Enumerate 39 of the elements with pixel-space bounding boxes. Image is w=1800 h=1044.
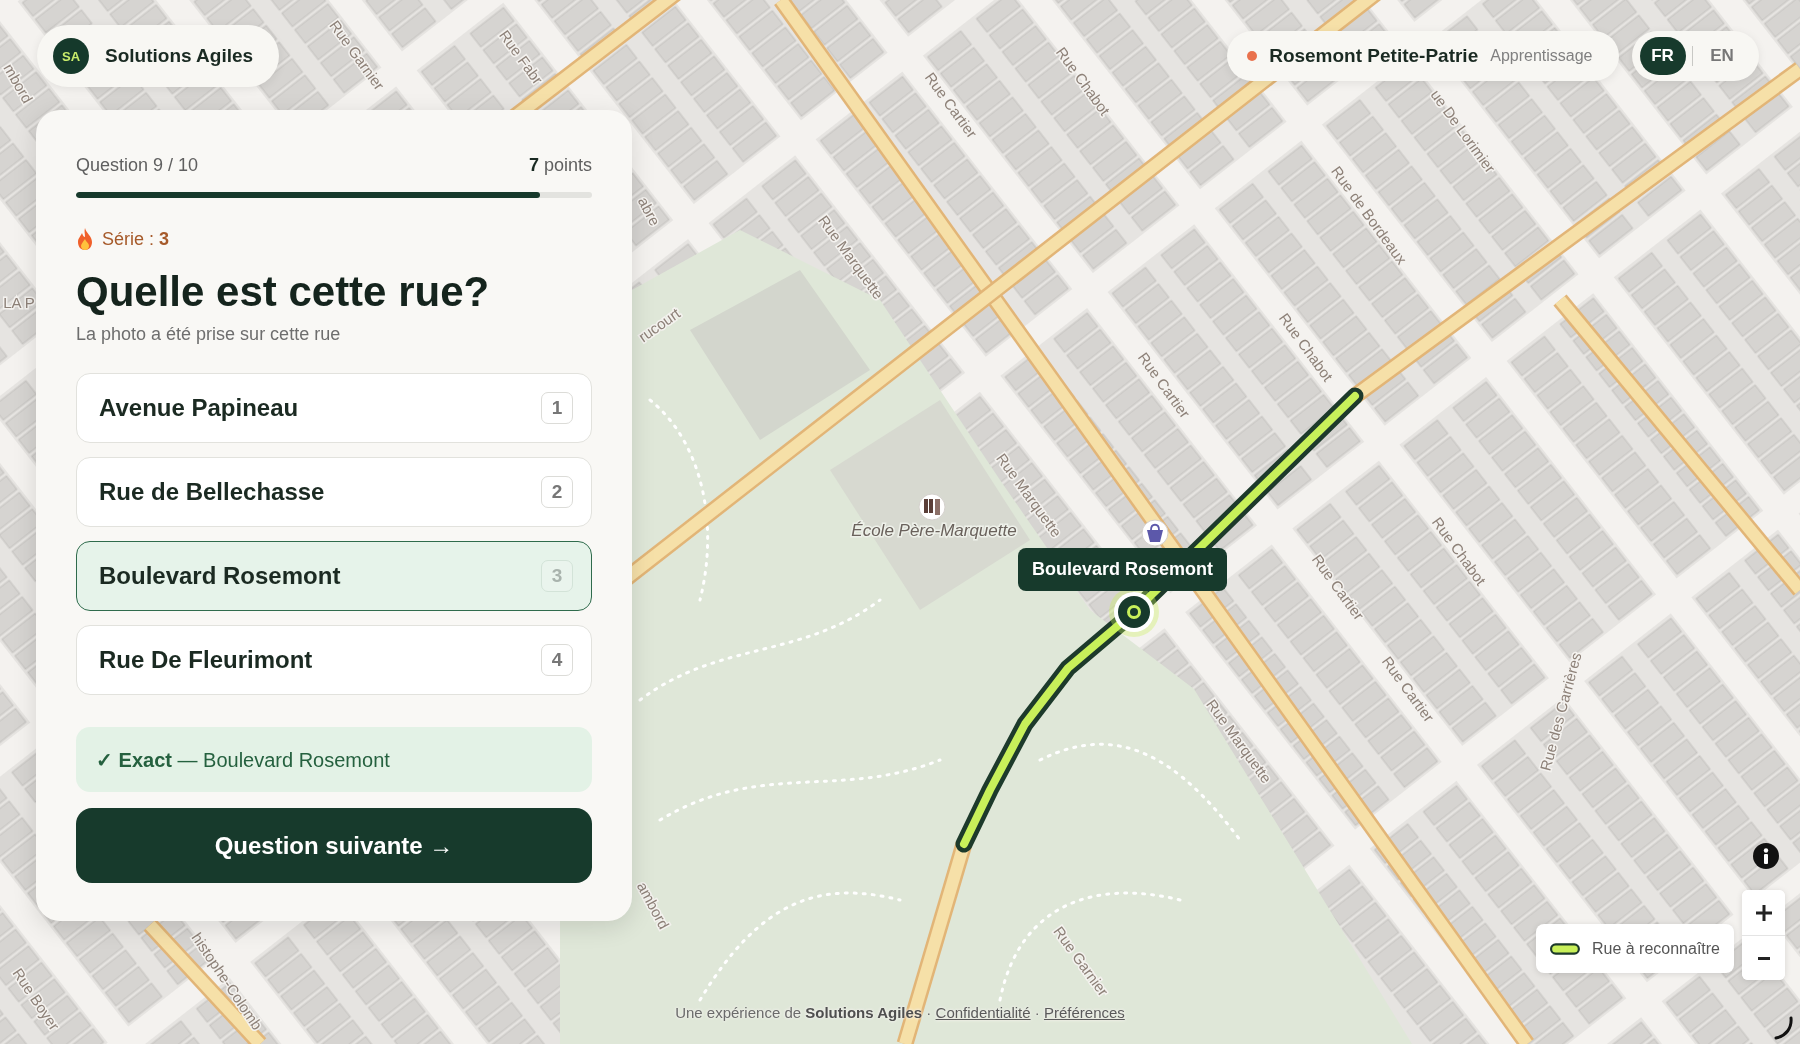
street-label: abre	[634, 194, 664, 229]
place-label: École Père-Marquette	[851, 521, 1017, 541]
street-label: Rue des Carrières	[1536, 650, 1585, 773]
school-icon	[918, 493, 946, 521]
area-name: Rosemont Petite-Patrie	[1269, 45, 1479, 67]
shortcut-key: 1	[541, 392, 573, 424]
footer-link[interactable]: Confidentialité	[935, 1004, 1031, 1021]
brand-name: Solutions Agiles	[105, 45, 254, 67]
minus-icon	[1757, 956, 1770, 960]
shortcut-key: 2	[541, 476, 573, 508]
answer-option[interactable]: Rue de Bellechasse 2	[76, 457, 592, 527]
question-counter: Question 9 / 10	[76, 154, 199, 176]
score-label: 7 points	[528, 154, 592, 176]
question-subtitle: La photo a été prise sur cette rue	[76, 324, 342, 345]
brand-logo: SA	[53, 38, 89, 74]
plus-icon	[1755, 904, 1772, 921]
shopping-bag-icon	[1141, 519, 1169, 547]
next-question-button[interactable]: Question suivante →	[76, 808, 592, 883]
footer-link[interactable]: Préférences	[1043, 1004, 1125, 1021]
loading-spinner-icon	[1774, 1016, 1794, 1040]
route-swatch-icon	[1550, 940, 1580, 957]
street-tooltip: Boulevard Rosemont	[1018, 548, 1228, 591]
flame-icon	[76, 228, 94, 250]
zoom-in-button[interactable]	[1742, 890, 1785, 935]
info-icon[interactable]	[1753, 843, 1779, 869]
feedback-banner: ✓ Exact — Boulevard Rosemont	[76, 727, 592, 792]
answer-option[interactable]: Rue De Fleurimont 4	[76, 625, 592, 695]
mode-label: Apprentissage	[1490, 47, 1593, 65]
answer-option[interactable]: Avenue Papineau 1	[76, 373, 592, 443]
language-button[interactable]: FR	[1639, 37, 1686, 75]
shortcut-key: 3	[541, 560, 573, 592]
language-button[interactable]: EN	[1699, 37, 1745, 75]
legend-label: Rue à reconnaître	[1591, 939, 1720, 958]
streak-label: Série : 3	[102, 228, 170, 250]
street-label: LA P	[3, 293, 35, 311]
status-dot-icon	[1247, 51, 1258, 61]
question-title: Quelle est cette rue?	[76, 268, 491, 316]
answer-option[interactable]: Boulevard Rosemont 3	[76, 541, 592, 611]
shortcut-key: 4	[541, 644, 573, 676]
